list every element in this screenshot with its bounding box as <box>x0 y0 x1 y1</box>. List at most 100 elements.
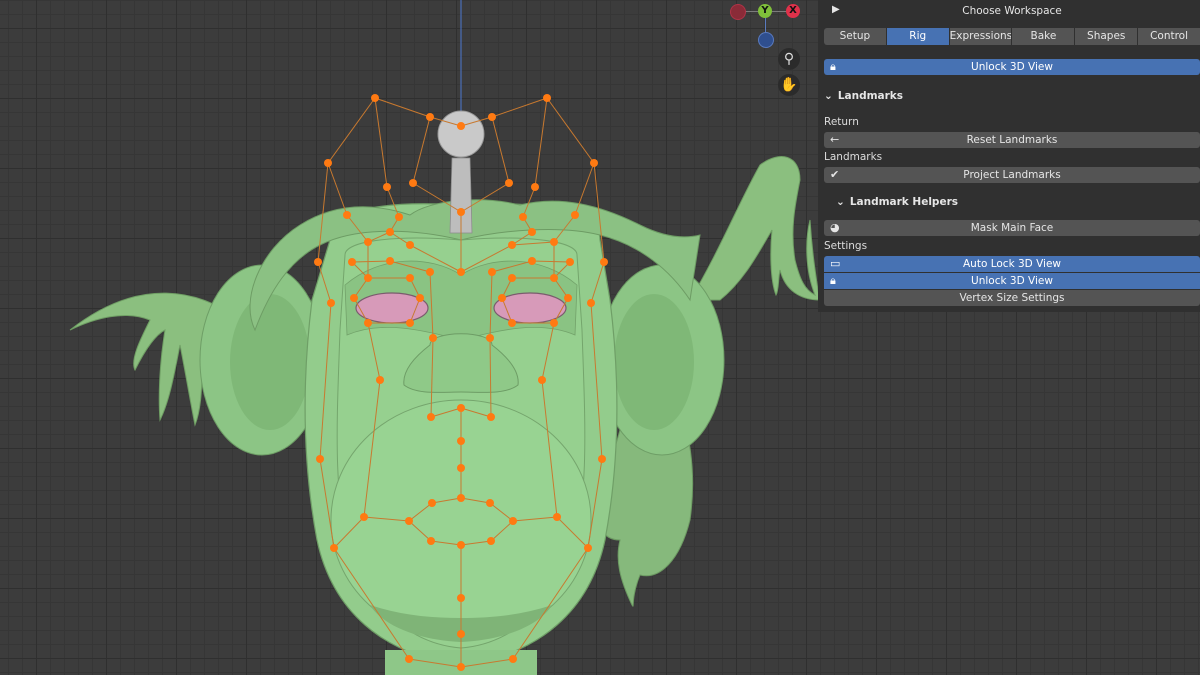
landmark-point[interactable] <box>324 159 332 167</box>
unlock-3d-view-button-top[interactable]: 🔒︎ Unlock 3D View <box>824 59 1200 75</box>
sidebar-panel: ▶ Choose Workspace Setup Rig Expressions… <box>818 0 1200 312</box>
workspace-header[interactable]: ▶ Choose Workspace <box>824 2 1200 20</box>
landmark-point[interactable] <box>330 544 338 552</box>
landmark-point[interactable] <box>350 294 358 302</box>
landmark-point[interactable] <box>457 122 465 130</box>
gizmo-x-ball[interactable]: X <box>786 4 800 18</box>
tab-bake[interactable]: Bake <box>1012 28 1075 45</box>
hand-icon[interactable]: ✋ <box>778 74 800 96</box>
project-landmarks-button[interactable]: ✔ Project Landmarks <box>824 167 1200 183</box>
landmark-point[interactable] <box>457 494 465 502</box>
landmark-point[interactable] <box>509 517 517 525</box>
landmark-point[interactable] <box>505 179 513 187</box>
landmark-point[interactable] <box>395 213 403 221</box>
landmark-point[interactable] <box>457 268 465 276</box>
landmark-point[interactable] <box>528 257 536 265</box>
landmark-point[interactable] <box>486 499 494 507</box>
landmark-point[interactable] <box>488 113 496 121</box>
landmarks-section-header[interactable]: ⌄ Landmarks <box>824 90 903 102</box>
landmark-point[interactable] <box>528 228 536 236</box>
landmark-point[interactable] <box>426 268 434 276</box>
landmark-point[interactable] <box>409 179 417 187</box>
reset-landmarks-button[interactable]: ← Reset Landmarks <box>824 132 1200 148</box>
landmark-point[interactable] <box>364 319 372 327</box>
landmark-point[interactable] <box>316 455 324 463</box>
landmark-point[interactable] <box>429 334 437 342</box>
reset-landmarks-label: Reset Landmarks <box>966 134 1058 146</box>
landmark-point[interactable] <box>406 319 414 327</box>
landmark-point[interactable] <box>486 334 494 342</box>
gizmo-neg-x-ball[interactable] <box>730 4 746 20</box>
unlock-label: Unlock 3D View <box>971 275 1053 287</box>
landmark-point[interactable] <box>550 238 558 246</box>
landmark-point[interactable] <box>360 513 368 521</box>
landmark-point[interactable] <box>376 376 384 384</box>
landmark-point[interactable] <box>371 94 379 102</box>
landmark-point[interactable] <box>600 258 608 266</box>
landmark-point[interactable] <box>590 159 598 167</box>
landmark-point[interactable] <box>508 274 516 282</box>
landmark-point[interactable] <box>406 274 414 282</box>
landmark-point[interactable] <box>566 258 574 266</box>
landmark-point[interactable] <box>508 319 516 327</box>
landmark-point[interactable] <box>509 655 517 663</box>
landmark-point[interactable] <box>571 211 579 219</box>
landmark-point[interactable] <box>587 299 595 307</box>
landmark-point[interactable] <box>457 594 465 602</box>
landmark-point[interactable] <box>416 294 424 302</box>
landmark-point[interactable] <box>519 213 527 221</box>
landmark-point[interactable] <box>405 655 413 663</box>
unlock-3d-view-button-bottom[interactable]: 🔒︎ Unlock 3D View <box>824 273 1200 289</box>
landmark-point[interactable] <box>550 274 558 282</box>
landmark-point[interactable] <box>343 211 351 219</box>
landmark-point[interactable] <box>550 319 558 327</box>
tab-setup[interactable]: Setup <box>824 28 886 45</box>
landmark-point[interactable] <box>383 183 391 191</box>
landmark-point[interactable] <box>457 663 465 671</box>
landmark-point[interactable] <box>487 413 495 421</box>
landmark-point[interactable] <box>406 241 414 249</box>
landmark-point[interactable] <box>327 299 335 307</box>
landmark-point[interactable] <box>386 228 394 236</box>
landmark-point[interactable] <box>553 513 561 521</box>
landmark-point[interactable] <box>457 437 465 445</box>
landmark-helpers-section-header[interactable]: ⌄ Landmark Helpers <box>836 196 958 208</box>
landmark-point[interactable] <box>498 294 506 302</box>
landmark-point[interactable] <box>457 208 465 216</box>
landmark-point[interactable] <box>564 294 572 302</box>
landmark-point[interactable] <box>427 413 435 421</box>
tab-control[interactable]: Control <box>1138 28 1200 45</box>
landmark-point[interactable] <box>488 268 496 276</box>
landmark-point[interactable] <box>457 541 465 549</box>
landmark-point[interactable] <box>386 257 394 265</box>
landmark-point[interactable] <box>584 544 592 552</box>
landmark-point[interactable] <box>314 258 322 266</box>
gizmo-z-ball[interactable] <box>758 32 774 48</box>
auto-lock-3d-view-toggle[interactable]: ▭ Auto Lock 3D View <box>824 256 1200 272</box>
landmark-point[interactable] <box>426 113 434 121</box>
landmark-point[interactable] <box>487 537 495 545</box>
landmark-point[interactable] <box>598 455 606 463</box>
landmark-point[interactable] <box>364 274 372 282</box>
landmark-point[interactable] <box>427 537 435 545</box>
mask-main-face-button[interactable]: ◕ Mask Main Face <box>824 220 1200 236</box>
landmark-point[interactable] <box>457 464 465 472</box>
landmark-point[interactable] <box>364 238 372 246</box>
landmark-point[interactable] <box>538 376 546 384</box>
tab-expressions[interactable]: Expressions <box>949 28 1012 45</box>
settings-label: Settings <box>824 240 868 252</box>
landmark-point[interactable] <box>405 517 413 525</box>
nav-gizmo[interactable]: Y X <box>728 2 808 48</box>
vertex-size-settings-button[interactable]: Vertex Size Settings <box>824 290 1200 306</box>
landmark-point[interactable] <box>457 630 465 638</box>
zoom-icon[interactable]: ⚲ <box>778 48 800 70</box>
tab-rig[interactable]: Rig <box>886 28 949 45</box>
landmark-point[interactable] <box>508 241 516 249</box>
tab-shapes[interactable]: Shapes <box>1075 28 1138 45</box>
landmark-point[interactable] <box>457 404 465 412</box>
landmark-point[interactable] <box>531 183 539 191</box>
gizmo-y-ball[interactable]: Y <box>758 4 772 18</box>
landmark-point[interactable] <box>348 258 356 266</box>
landmark-point[interactable] <box>543 94 551 102</box>
landmark-point[interactable] <box>428 499 436 507</box>
